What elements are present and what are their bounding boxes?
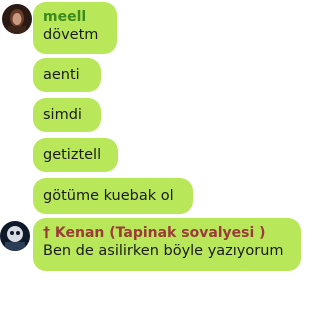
message-text: aenti — [43, 67, 80, 83]
message-bubble-6: † Kenan (Tapinak sovalyesi ) Ben de asil… — [33, 218, 301, 271]
chat-view: meell dövetm aenti simdi getiztell götüm… — [0, 0, 303, 320]
sender-name[interactable]: meell — [43, 9, 117, 26]
message-bubble-1: meell dövetm — [33, 2, 117, 54]
message-bubble-2: aenti — [33, 58, 101, 92]
message-bubble-5: götüme kuebak ol — [33, 178, 193, 214]
message-text: getiztell — [43, 147, 102, 163]
avatar-meell-icon[interactable] — [2, 4, 32, 34]
message-bubble-4: getiztell — [33, 138, 118, 172]
message-text: dövetm — [43, 27, 99, 43]
message-text: götüme kuebak ol — [43, 188, 174, 204]
message-text: Ben de asilirken böyle yazıyorum — [43, 243, 284, 259]
sender-name[interactable]: † Kenan (Tapinak sovalyesi ) — [43, 225, 301, 242]
message-bubble-3: simdi — [33, 98, 101, 132]
avatar-kenan-icon[interactable] — [0, 221, 30, 251]
message-text: simdi — [43, 107, 82, 123]
